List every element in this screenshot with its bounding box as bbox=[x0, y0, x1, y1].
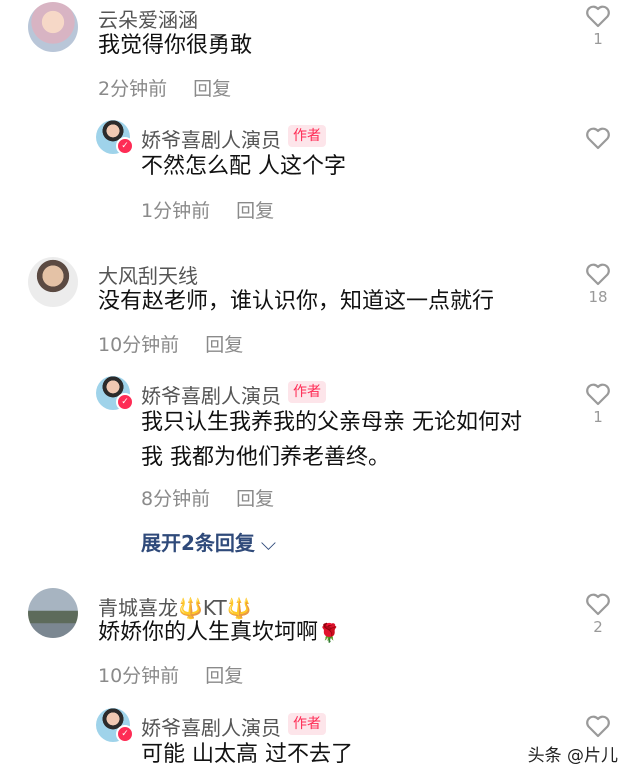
reply-meta: 8分钟前 回复 bbox=[141, 484, 300, 511]
author-name[interactable]: 娇爷喜剧人演员 bbox=[141, 380, 281, 409]
comment-time: 10分钟前 bbox=[98, 334, 180, 356]
author-name[interactable]: 娇爷喜剧人演员 bbox=[141, 124, 281, 153]
author-badge-icon: ✓ bbox=[116, 725, 134, 743]
comment-text-body: 娇娇你的人生真坎坷啊 bbox=[98, 620, 319, 645]
reply-button[interactable]: 回复 bbox=[205, 334, 243, 356]
author-name[interactable]: 娇爷喜剧人演员 bbox=[141, 712, 281, 741]
author-tag: 作者 bbox=[288, 713, 326, 735]
avatar[interactable] bbox=[28, 257, 78, 307]
comment-time: 10分钟前 bbox=[98, 665, 180, 687]
reply-button[interactable]: 回复 bbox=[236, 488, 274, 510]
expand-label: 展开2条回复 bbox=[141, 531, 255, 555]
author-badge-icon: ✓ bbox=[116, 393, 134, 411]
like-button[interactable]: 1 bbox=[583, 382, 613, 426]
reply-text-line-1: 我只认生我养我的父亲母亲 无论如何对 bbox=[141, 410, 522, 435]
like-count: 18 bbox=[588, 288, 608, 306]
reply-text-line-2: 我 我都为他们养老善终。 bbox=[141, 445, 390, 470]
comment-time: 2分钟前 bbox=[98, 78, 168, 100]
heart-outline-icon bbox=[586, 263, 610, 286]
heart-outline-icon bbox=[586, 715, 610, 738]
comment-text: 没有赵老师，谁认识你，知道这一点就行 bbox=[98, 289, 495, 314]
heart-outline-icon bbox=[586, 5, 610, 28]
avatar[interactable] bbox=[28, 588, 78, 638]
reply-button[interactable]: 回复 bbox=[193, 78, 231, 100]
comment-meta: 2分钟前 回复 bbox=[98, 74, 257, 101]
reply-text: 可能 山太高 过不去了 bbox=[141, 742, 353, 767]
like-count: 2 bbox=[593, 618, 603, 636]
heart-outline-icon bbox=[586, 593, 610, 616]
comment-meta: 10分钟前 回复 bbox=[98, 330, 269, 357]
author-badge-icon: ✓ bbox=[116, 137, 134, 155]
like-button[interactable]: 2 bbox=[583, 592, 613, 636]
reply-button[interactable]: 回复 bbox=[236, 200, 274, 222]
author-tag: 作者 bbox=[288, 381, 326, 403]
chevron-down-icon: ⌵ bbox=[260, 531, 277, 555]
comment-meta: 10分钟前 回复 bbox=[98, 661, 269, 688]
like-button[interactable]: 18 bbox=[583, 262, 613, 306]
avatar[interactable] bbox=[28, 2, 78, 52]
comment-text: 我觉得你很勇敢 bbox=[98, 33, 253, 58]
watermark: 头条 @片儿 bbox=[523, 739, 622, 768]
reply-time: 1分钟前 bbox=[141, 200, 211, 222]
comment-text: 娇娇你的人生真坎坷啊🌹 bbox=[98, 616, 340, 650]
expand-replies-button[interactable]: 展开2条回复 ⌵ bbox=[141, 527, 276, 556]
rose-emoji-icon: 🌹 bbox=[318, 623, 341, 644]
author-tag: 作者 bbox=[288, 125, 326, 147]
reply-button[interactable]: 回复 bbox=[205, 665, 243, 687]
like-button[interactable] bbox=[583, 126, 613, 150]
like-button[interactable] bbox=[583, 714, 613, 738]
heart-outline-icon bbox=[586, 383, 610, 406]
reply-meta: 1分钟前 回复 bbox=[141, 196, 300, 223]
reply-text: 不然怎么配 人这个字 bbox=[141, 154, 346, 179]
like-count: 1 bbox=[593, 30, 603, 48]
heart-outline-icon bbox=[586, 127, 610, 150]
reply-time: 8分钟前 bbox=[141, 488, 211, 510]
like-button[interactable]: 1 bbox=[583, 4, 613, 48]
like-count: 1 bbox=[593, 408, 603, 426]
